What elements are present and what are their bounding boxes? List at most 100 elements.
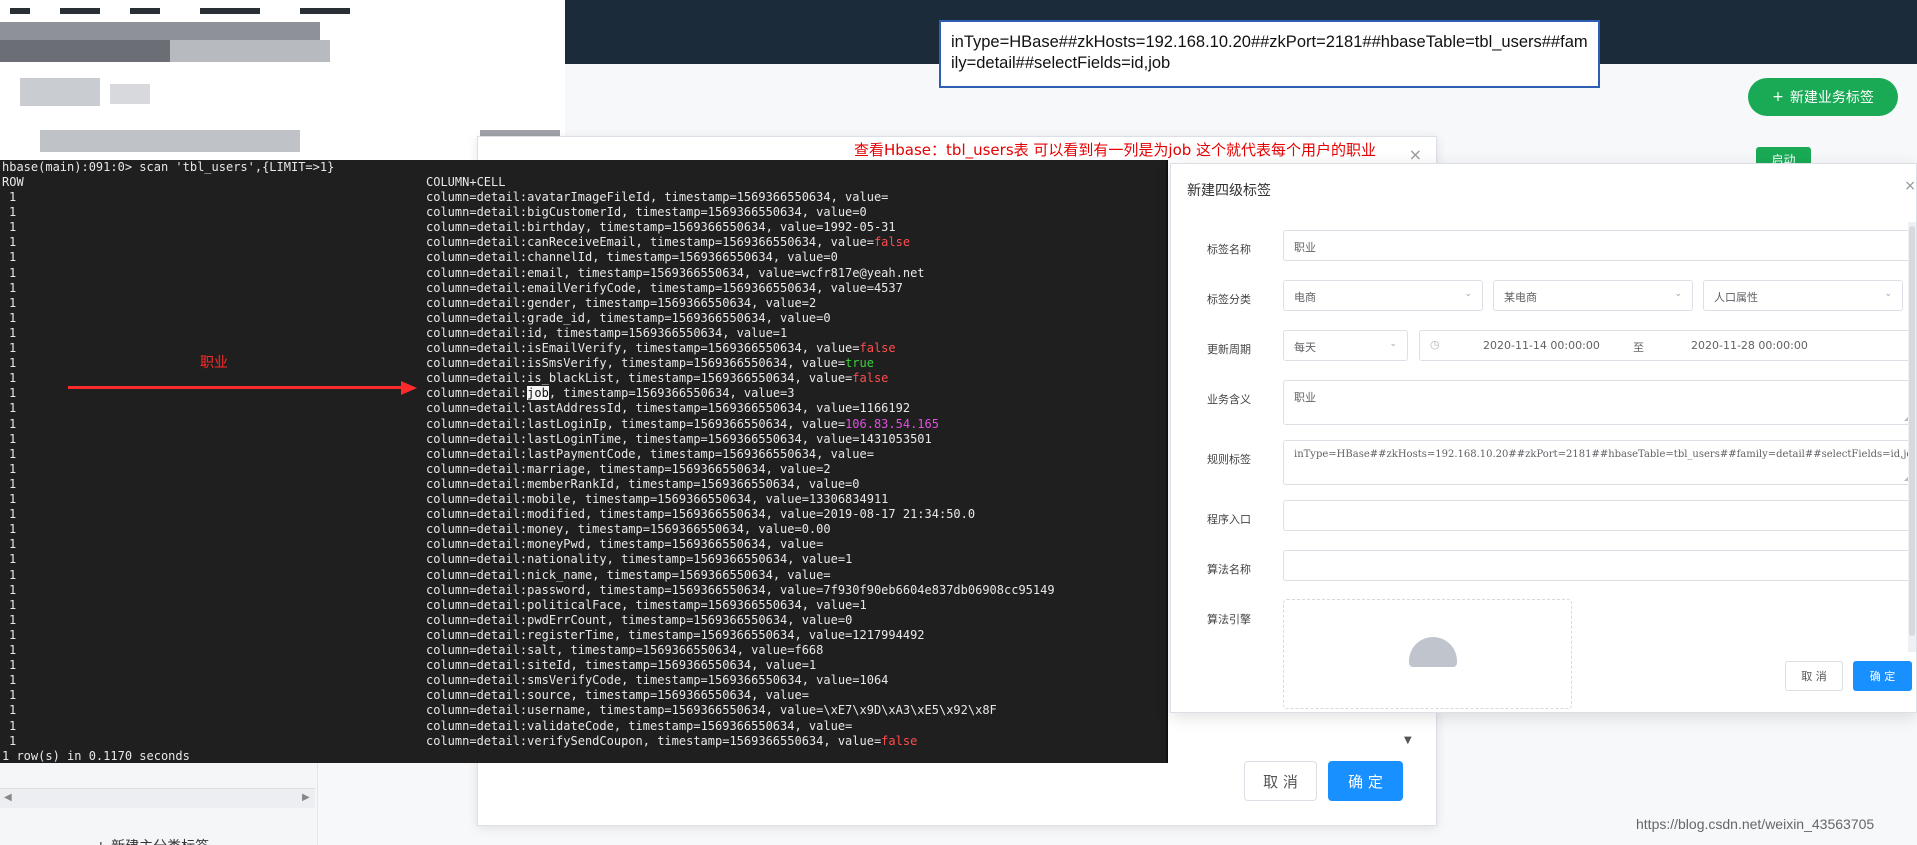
cell-value: f668 bbox=[794, 643, 824, 657]
column-cell: column=detail:verifySendCoupon, timestam… bbox=[426, 733, 918, 748]
row-key: 1 bbox=[9, 205, 17, 220]
rule-tooltip: inType=HBase##zkHosts=192.168.10.20##zkP… bbox=[939, 20, 1600, 88]
cell-value: 4537 bbox=[873, 280, 903, 295]
row-key: 1 bbox=[9, 325, 17, 340]
date-end[interactable]: 2020-11-28 00:00:00 bbox=[1691, 339, 1808, 352]
timestamp: 1569366550634 bbox=[707, 597, 802, 612]
timestamp: 1569366550634 bbox=[707, 673, 802, 688]
program-entry-input[interactable] bbox=[1283, 500, 1913, 531]
row-key: 1 bbox=[9, 703, 17, 718]
qualifier: channelId bbox=[527, 250, 593, 265]
row-key: 1 bbox=[9, 643, 17, 657]
qualifier: modified bbox=[527, 507, 585, 522]
cell-value: wcfr817e@yeah.net bbox=[801, 265, 925, 280]
scroll-left-icon[interactable]: ◀ bbox=[4, 792, 12, 803]
algorithm-engine-label: 算法引擎 bbox=[1207, 613, 1251, 626]
cell-value: 1431053501 bbox=[859, 431, 932, 446]
tag-name-label: 标签名称 bbox=[1207, 243, 1251, 256]
timestamp: 1569366550634 bbox=[657, 295, 752, 310]
qualifier: avatarImageFileId bbox=[527, 190, 650, 204]
cell-value: 1992-05-31 bbox=[823, 220, 896, 235]
qualifier: registerTime bbox=[527, 627, 614, 642]
row-key: 1 bbox=[9, 522, 17, 537]
timestamp: 1569366550634 bbox=[635, 386, 730, 401]
cell-value: false bbox=[852, 371, 889, 386]
new-main-category-link[interactable]: + 新建主分类标签 bbox=[95, 836, 209, 845]
cell-value: 1166192 bbox=[859, 401, 911, 416]
timestamp: 1569366550634 bbox=[657, 492, 752, 506]
row-key: 1 bbox=[9, 567, 17, 582]
qualifier: mobile bbox=[527, 492, 571, 506]
row-key: 1 bbox=[9, 295, 17, 310]
new-business-tag-button[interactable]: + 新建业务标签 bbox=[1748, 78, 1898, 116]
background-confirm-button[interactable]: 确 定 bbox=[1328, 761, 1403, 801]
timestamp: 1569366550634 bbox=[657, 658, 752, 673]
confirm-button[interactable]: 确 定 bbox=[1853, 661, 1912, 691]
algorithm-engine-upload[interactable] bbox=[1283, 599, 1572, 709]
qualifier: pwdErrCount bbox=[527, 612, 607, 627]
date-range-picker[interactable]: ◷ 2020-11-14 00:00:00 至 2020-11-28 00:00… bbox=[1419, 330, 1913, 361]
cell-value: 0 bbox=[845, 612, 853, 627]
rule-tag-label: 规则标签 bbox=[1207, 453, 1251, 466]
column-cell: column=detail:registerTime, timestamp=15… bbox=[426, 627, 925, 642]
row-key: 1 bbox=[9, 220, 17, 235]
timestamp: 1569366550634 bbox=[671, 582, 766, 597]
row-key: 1 bbox=[9, 341, 17, 355]
timestamp: 1569366550634 bbox=[700, 371, 795, 386]
close-icon[interactable]: × bbox=[1409, 145, 1422, 164]
column-cell: column=detail:lastLoginTime, timestamp=1… bbox=[426, 431, 932, 446]
row-key: 1 bbox=[9, 476, 17, 491]
timestamp: 1569366550634 bbox=[693, 356, 788, 371]
algorithm-name-input[interactable] bbox=[1283, 550, 1913, 581]
date-start[interactable]: 2020-11-14 00:00:00 bbox=[1483, 339, 1600, 352]
hbase-terminal[interactable]: hbase(main):091:0> scan 'tbl_users',{LIM… bbox=[0, 160, 1168, 763]
qualifier: verifySendCoupon bbox=[527, 733, 643, 748]
business-meaning-textarea[interactable]: 职业 ◢ bbox=[1283, 380, 1913, 425]
business-meaning-label: 业务含义 bbox=[1207, 393, 1251, 406]
timestamp: 1569366550634 bbox=[707, 401, 802, 416]
qualifier: canReceiveEmail bbox=[527, 235, 636, 250]
cell-value: 0 bbox=[859, 205, 867, 220]
row-key: 1 bbox=[9, 386, 17, 401]
chevron-down-icon: ⌄ bbox=[1674, 289, 1682, 299]
period-select[interactable]: 每天 ⌄ bbox=[1283, 330, 1408, 361]
column-cell: column=detail:memberRankId, timestamp=15… bbox=[426, 476, 860, 491]
background-cancel-button[interactable]: 取 消 bbox=[1244, 761, 1317, 801]
timestamp: 1569366550634 bbox=[722, 280, 817, 295]
row-key: 1 bbox=[9, 688, 17, 703]
column-cell: column=detail:id, timestamp=156936655063… bbox=[426, 325, 788, 340]
qualifier: isSmsVerify bbox=[527, 356, 607, 371]
dialog-scrollbar[interactable] bbox=[1908, 222, 1916, 652]
category-select-2[interactable]: 某电商 ⌄ bbox=[1493, 280, 1693, 311]
terminal-footer: 1 row(s) in 0.1170 seconds bbox=[2, 748, 190, 763]
column-cell: column=detail:lastLoginIp, timestamp=156… bbox=[426, 416, 939, 431]
close-icon[interactable]: × bbox=[1904, 178, 1916, 194]
category-select-1[interactable]: 电商 ⌄ bbox=[1283, 280, 1483, 311]
column-cell: column=detail:emailVerifyCode, timestamp… bbox=[426, 280, 903, 295]
timestamp: 1569366550634 bbox=[693, 612, 788, 627]
column-cell: column=detail:salt, timestamp=1569366550… bbox=[426, 643, 824, 657]
row-key: 1 bbox=[9, 733, 17, 748]
scroll-down-icon[interactable]: ▼ bbox=[1404, 735, 1412, 746]
column-cell: column=detail:gender, timestamp=15693665… bbox=[426, 295, 817, 310]
row-key: 1 bbox=[9, 190, 17, 204]
category-select-3[interactable]: 人口属性 ⌄ bbox=[1703, 280, 1903, 311]
cell-value: 1064 bbox=[859, 673, 889, 688]
timestamp: 1569366550634 bbox=[657, 688, 752, 703]
left-horizontal-scrollbar[interactable]: ◀ ▶ bbox=[0, 788, 315, 808]
row-header: ROW bbox=[2, 175, 24, 189]
cell-value: false bbox=[881, 733, 918, 748]
column-cell: column=detail:money, timestamp=156936655… bbox=[426, 522, 831, 537]
column-cell: column=detail:grade_id, timestamp=156936… bbox=[426, 310, 831, 325]
qualifier: marriage bbox=[527, 461, 585, 476]
column-cell: column=detail:canReceiveEmail, timestamp… bbox=[426, 235, 911, 250]
cell-value: false bbox=[873, 235, 911, 250]
column-cell: column=detail:lastAddressId, timestamp=1… bbox=[426, 401, 911, 416]
scroll-right-icon[interactable]: ▶ bbox=[302, 792, 310, 803]
rule-tag-textarea[interactable]: inType=HBase##zkHosts=192.168.10.20##zkP… bbox=[1283, 440, 1913, 485]
tag-name-input[interactable]: 职业 bbox=[1283, 230, 1913, 261]
timestamp: 1569366550634 bbox=[628, 325, 723, 340]
clock-icon: ◷ bbox=[1430, 338, 1440, 351]
row-key: 1 bbox=[9, 310, 17, 325]
cancel-button[interactable]: 取 消 bbox=[1785, 661, 1843, 691]
